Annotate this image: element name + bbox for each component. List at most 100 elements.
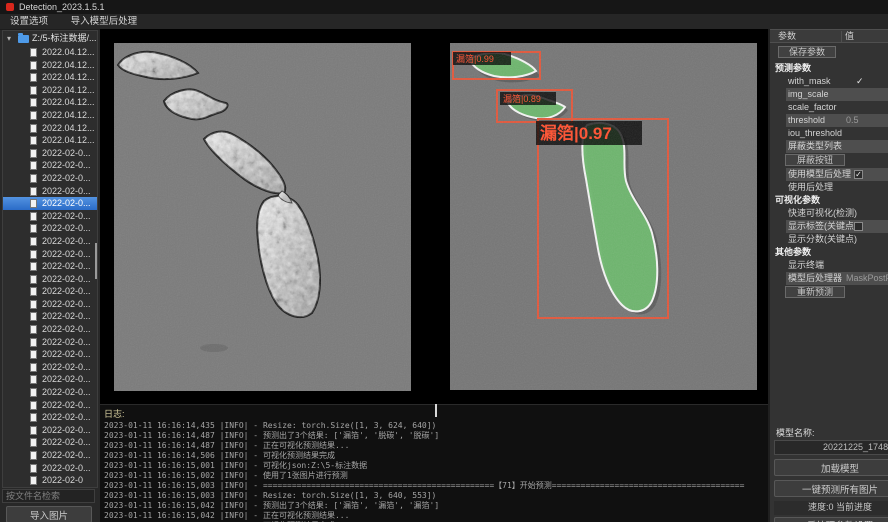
model-name-field[interactable]: 20221225_174813	[774, 440, 888, 455]
param-group-header[interactable]: 其他参数	[770, 246, 888, 259]
scrollbar-thumb[interactable]	[435, 404, 437, 417]
postprocess-params-button[interactable]: 后处理参数设置	[774, 517, 888, 522]
param-value[interactable]: MaskPostPro	[846, 272, 888, 285]
file-tree-item[interactable]: 2022-02-0...	[3, 436, 97, 449]
file-tree-item[interactable]: 2022-02-0...	[3, 462, 97, 475]
log-line: 2023-01-11 16:16:15,042 |INFO| - 预测出了3个结…	[100, 501, 768, 511]
file-icon	[30, 212, 37, 221]
param-row[interactable]: iou_threshold	[770, 127, 888, 140]
param-row[interactable]: 显示标签(关键点)	[770, 220, 888, 233]
file-tree-item[interactable]: 2022-02-0...	[3, 373, 97, 386]
tree-root-folder[interactable]: ▾ Z:/5-标注数据/...	[3, 31, 97, 46]
image-canvas-area: 漏箔|0.99 漏箔|0.89 漏箔|0.97	[100, 29, 768, 404]
caret-down-icon[interactable]: ▾	[7, 31, 11, 46]
param-label: 使用后处理	[788, 182, 833, 192]
file-icon	[30, 350, 37, 359]
file-tree-item[interactable]: 2022-02-0...	[3, 323, 97, 336]
file-name: 2022.04.12...	[42, 109, 95, 122]
file-tree-item[interactable]: 2022-02-0...	[3, 449, 97, 462]
file-name: 2022-02-0...	[42, 285, 91, 298]
file-tree-item[interactable]: 2022-02-0...	[3, 159, 97, 172]
file-tree-item[interactable]: 2022-02-0...	[3, 336, 97, 349]
file-tree-item[interactable]: 2022.04.12...	[3, 96, 97, 109]
file-tree-item[interactable]: 2022-02-0...	[3, 147, 97, 160]
param-group-header[interactable]: 预测参数	[770, 62, 888, 75]
file-tree-item[interactable]: 2022.04.12...	[3, 71, 97, 84]
file-name: 2022-02-0...	[42, 386, 91, 399]
file-tree-item[interactable]: 2022.04.12...	[3, 109, 97, 122]
log-line: 2023-01-11 16:16:15,001 |INFO| - 可视化json…	[100, 461, 768, 471]
param-row[interactable]: 模型后处理器 MaskPostPro	[770, 272, 888, 285]
checkmark-icon[interactable]: ✓	[856, 75, 864, 88]
file-tree-item[interactable]: 2022-02-0...	[3, 197, 97, 210]
left-image-canvas[interactable]	[114, 43, 411, 391]
menu-settings[interactable]: 设置选项	[0, 14, 58, 30]
file-tree-item[interactable]: 2022-02-0...	[3, 361, 97, 374]
checkbox[interactable]	[854, 222, 863, 231]
file-tree-item[interactable]: 2022-02-0	[3, 474, 97, 487]
param-row[interactable]: 使用模型后处理✓	[770, 168, 888, 181]
file-icon	[30, 300, 37, 309]
column-divider	[841, 31, 842, 42]
param-row[interactable]: scale_factor	[770, 101, 888, 114]
param-label: 显示分数(关键点)	[788, 234, 857, 244]
param-row[interactable]: 显示分数(关键点)	[770, 233, 888, 246]
load-model-button[interactable]: 加载模型	[774, 459, 888, 476]
param-row[interactable]: 快速可视化(检测)	[770, 207, 888, 220]
checkbox[interactable]: ✓	[854, 170, 863, 179]
file-name: 2022.04.12...	[42, 46, 95, 59]
file-tree-item[interactable]: 2022-02-0...	[3, 399, 97, 412]
file-tree-item[interactable]: 2022-02-0...	[3, 260, 97, 273]
right-image-canvas[interactable]: 漏箔|0.99 漏箔|0.89 漏箔|0.97	[450, 43, 757, 390]
file-icon	[30, 48, 37, 57]
import-images-button[interactable]: 导入图片	[6, 506, 92, 522]
param-row[interactable]: with_mask✓	[770, 75, 888, 88]
file-tree-item[interactable]: 2022-02-0...	[3, 386, 97, 399]
param-label: 模型后处理器	[788, 273, 842, 283]
file-tree-item[interactable]: 2022.04.12...	[3, 59, 97, 72]
search-input[interactable]	[2, 489, 95, 503]
file-name: 2022-02-0...	[42, 399, 91, 412]
param-group-header[interactable]: 可视化参数	[770, 194, 888, 207]
file-tree-item[interactable]: 2022-02-0...	[3, 210, 97, 223]
file-tree-item[interactable]: 2022-02-0...	[3, 298, 97, 311]
file-tree-item[interactable]: 2022-02-0...	[3, 222, 97, 235]
param-row[interactable]: threshold0.5	[770, 114, 888, 127]
file-icon	[30, 136, 37, 145]
file-name: 2022-02-0...	[42, 197, 91, 210]
save-params-button[interactable]: 保存参数	[778, 46, 836, 58]
file-tree-item[interactable]: 2022-02-0...	[3, 310, 97, 323]
file-tree-item[interactable]: 2022-02-0...	[3, 424, 97, 437]
file-name: 2022-02-0...	[42, 424, 91, 437]
file-tree-item[interactable]: 2022-02-0...	[3, 172, 97, 185]
splitter-handle-left[interactable]	[95, 243, 97, 279]
file-tree-item[interactable]: 2022-02-0...	[3, 273, 97, 286]
file-tree-item[interactable]: 2022-02-0...	[3, 235, 97, 248]
value-column-header: 值	[845, 30, 854, 43]
log-line: 2023-01-11 16:16:15,003 |INFO| - Resize:…	[100, 491, 768, 501]
menu-import-model-postprocess[interactable]: 导入模型后处理	[61, 14, 148, 30]
file-tree-item[interactable]: 2022-02-0...	[3, 185, 97, 198]
param-row[interactable]: img_scale	[770, 88, 888, 101]
file-name: 2022.04.12...	[42, 59, 95, 72]
file-tree-item[interactable]: 2022.04.12...	[3, 46, 97, 59]
file-tree-item[interactable]: 2022-02-0...	[3, 348, 97, 361]
file-tree-item[interactable]: 2022.04.12...	[3, 122, 97, 135]
param-label: 屏蔽类型列表	[788, 141, 842, 151]
file-tree-item[interactable]: 2022-02-0...	[3, 285, 97, 298]
param-value[interactable]: 0.5	[846, 114, 859, 127]
file-tree-item[interactable]: 2022-02-0...	[3, 248, 97, 261]
file-name: 2022-02-0...	[42, 373, 91, 386]
param-row[interactable]: 显示终端	[770, 259, 888, 272]
predict-all-button[interactable]: 一键预测所有图片	[774, 480, 888, 497]
file-tree-item[interactable]: 2022.04.12...	[3, 134, 97, 147]
menu-bar: 设置选项 导入模型后处理	[0, 14, 888, 30]
param-action-button[interactable]: 屏蔽按钮	[785, 154, 845, 166]
file-tree-item[interactable]: 2022.04.12...	[3, 84, 97, 97]
param-action-button[interactable]: 重新预测	[785, 286, 845, 298]
param-row[interactable]: 使用后处理	[770, 181, 888, 194]
file-icon	[30, 199, 37, 208]
file-icon	[30, 426, 37, 435]
file-tree-item[interactable]: 2022-02-0...	[3, 411, 97, 424]
param-row[interactable]: 屏蔽类型列表	[770, 140, 888, 153]
